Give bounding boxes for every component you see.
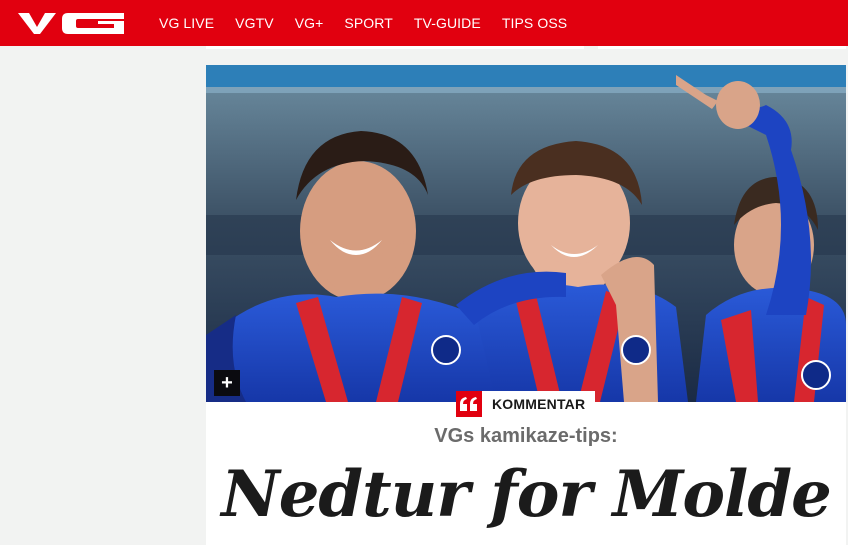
top-navigation-bar: VG LIVE VGTV VG+ SPORT TV-GUIDE TIPS OSS <box>0 0 848 46</box>
vg-logo[interactable] <box>18 11 124 35</box>
article-kicker: KOMMENTAR <box>456 391 596 417</box>
article-teaser[interactable]: + KOMMENTAR VGs kamikaze-tips: Nedtur fo… <box>206 65 846 545</box>
plus-icon[interactable]: + <box>214 370 240 396</box>
article-subtitle[interactable]: VGs kamikaze-tips: <box>206 425 846 448</box>
main-nav: VG LIVE VGTV VG+ SPORT TV-GUIDE TIPS OSS <box>159 0 588 46</box>
nav-sport[interactable]: SPORT <box>344 15 392 31</box>
nav-vg-live[interactable]: VG LIVE <box>159 15 214 31</box>
nav-vgtv[interactable]: VGTV <box>235 15 274 31</box>
article-headline[interactable]: Nedtur for Molde <box>206 457 846 532</box>
teaser-strip-left <box>206 46 584 49</box>
kicker-label: KOMMENTAR <box>492 396 586 412</box>
teaser-strip-right <box>598 46 846 49</box>
nav-tv-guide[interactable]: TV-GUIDE <box>414 15 481 31</box>
quote-icon <box>456 391 482 417</box>
nav-tips-oss[interactable]: TIPS OSS <box>502 15 567 31</box>
nav-vg-plus[interactable]: VG+ <box>295 15 324 31</box>
article-photo[interactable] <box>206 65 846 402</box>
